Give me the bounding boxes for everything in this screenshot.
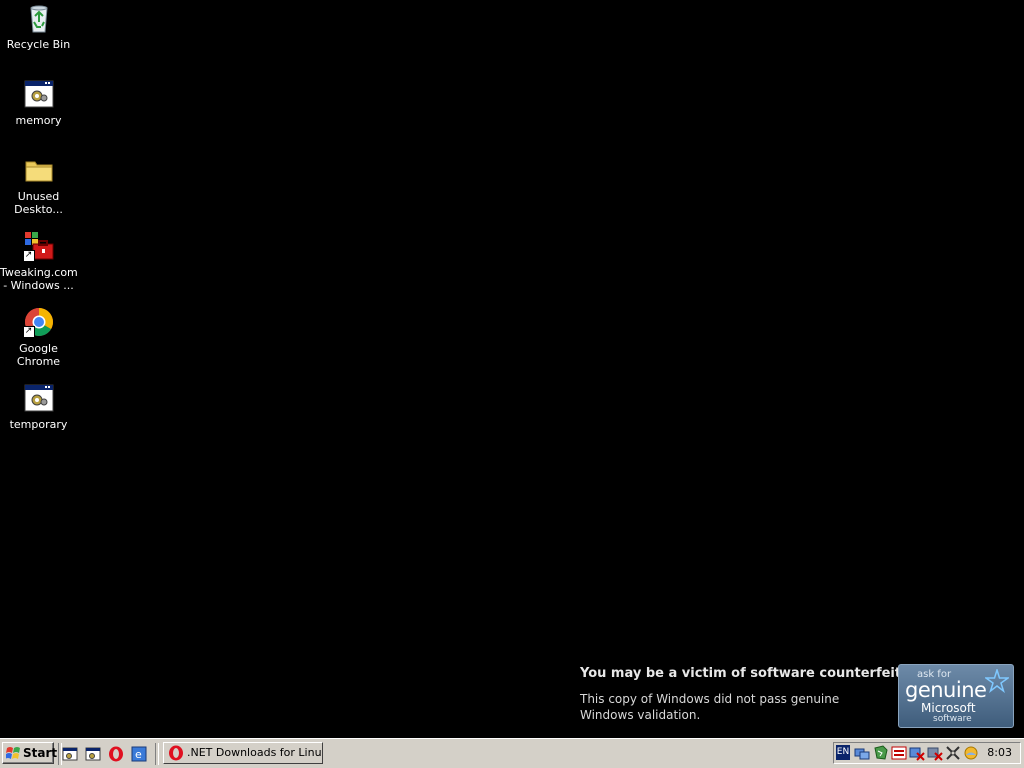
error-icon[interactable] xyxy=(909,745,925,761)
ie-icon[interactable]: e xyxy=(131,746,147,762)
start-label: Start xyxy=(23,746,58,760)
disk-icon[interactable] xyxy=(891,745,907,761)
desktop-icon-recycle-bin[interactable]: Recycle Bin xyxy=(0,2,77,51)
folder-icon xyxy=(23,154,55,186)
desktop-icon-unused-desktop-shortcuts[interactable]: Unused Deskto... xyxy=(0,154,77,216)
desktop-icon-memory[interactable]: memory xyxy=(0,78,77,127)
badge-microsoft: Microsoft xyxy=(921,701,976,715)
windows-logo-icon xyxy=(6,747,20,759)
desktop[interactable]: Recycle Bin memory Unused Deskto... ↗ Tw… xyxy=(0,0,1024,738)
show-desktop-icon[interactable] xyxy=(62,746,78,762)
desktop-icon-label: Recycle Bin xyxy=(6,38,71,51)
taskbar: Start e .NET Downloads for Linu... EN 8:… xyxy=(0,738,1024,768)
genuine-microsoft-badge[interactable]: ask for genuine Microsoft software xyxy=(898,664,1014,728)
desktop-icon-label: memory xyxy=(15,114,62,127)
desktop-icon-temporary[interactable]: temporary xyxy=(0,382,77,431)
tools-icon[interactable] xyxy=(945,745,961,761)
desktop-icon-tweaking-windows-repair[interactable]: ↗ Tweaking.com - Windows ... xyxy=(0,230,78,292)
desktop-icon-label: temporary xyxy=(9,418,68,431)
desktop-icon-label: Tweaking.com - Windows ... xyxy=(0,266,78,292)
start-button[interactable]: Start xyxy=(2,742,58,764)
star-icon xyxy=(985,669,1009,693)
batch-window-icon[interactable] xyxy=(85,746,101,762)
shortcut-arrow-icon: ↗ xyxy=(22,250,35,262)
recycle-bin-icon xyxy=(23,2,55,34)
taskbar-task-opera-window[interactable]: .NET Downloads for Linu... xyxy=(163,742,323,764)
desktop-icon-label: Google Chrome xyxy=(16,342,61,368)
desktop-icon-google-chrome[interactable]: ↗ Google Chrome xyxy=(0,306,77,368)
desktop-icon-label: Unused Deskto... xyxy=(14,190,63,216)
clock[interactable]: 8:03 xyxy=(987,743,1012,763)
chrome-icon: ↗ xyxy=(22,306,55,338)
genuine-validation-notice[interactable]: You may be a victim of software counterf… xyxy=(572,658,1022,734)
task-area-separator xyxy=(155,743,159,765)
network-icon[interactable] xyxy=(854,745,870,761)
shortcut-arrow-icon: ↗ xyxy=(22,326,35,338)
opera-icon[interactable] xyxy=(108,746,124,762)
system-tray: EN 8:03 xyxy=(833,742,1021,764)
batch-file-icon xyxy=(23,78,55,110)
opera-icon xyxy=(169,745,183,761)
badge-genuine: genuine xyxy=(905,678,987,702)
security-icon[interactable] xyxy=(873,745,889,761)
svg-text:e: e xyxy=(135,748,142,761)
language-indicator[interactable]: EN xyxy=(836,745,850,760)
weather-icon[interactable] xyxy=(963,745,979,761)
toolbox-icon: ↗ xyxy=(22,230,55,262)
notice-body: This copy of Windows did not pass genuin… xyxy=(580,692,840,722)
task-label: .NET Downloads for Linu... xyxy=(187,746,323,759)
batch-file-icon xyxy=(23,382,55,414)
notice-title: You may be a victim of software counterf… xyxy=(580,666,930,681)
network-disconnected-icon[interactable] xyxy=(927,745,943,761)
badge-software: software xyxy=(933,714,972,724)
